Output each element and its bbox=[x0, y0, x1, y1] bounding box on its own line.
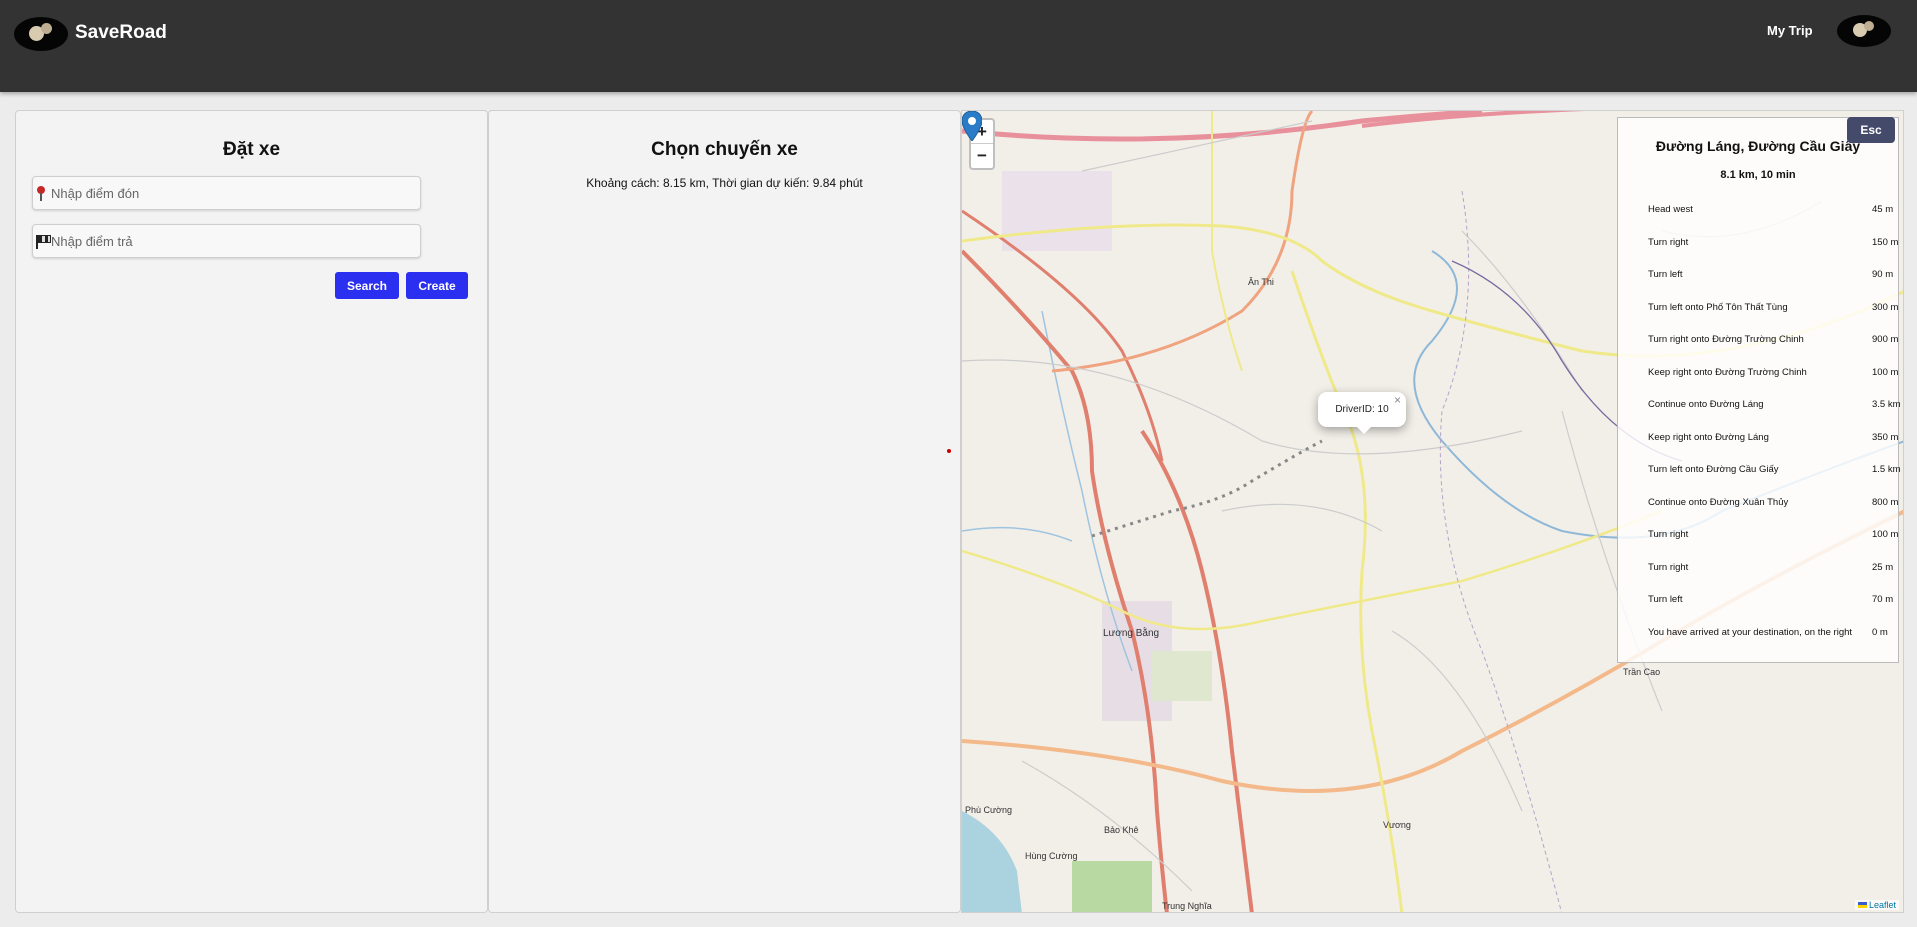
route-step-instruction: Continue onto Đường Láng bbox=[1648, 399, 1764, 410]
route-step[interactable]: Turn left onto Đường Cầu Giấy 1.5 km bbox=[1648, 464, 1901, 475]
leaflet-attribution[interactable]: Leaflet bbox=[1854, 900, 1899, 910]
route-step[interactable]: Keep right onto Đường Láng 350 m bbox=[1648, 431, 1898, 443]
route-step-instruction: Keep right onto Đường Láng bbox=[1648, 431, 1769, 443]
route-step-distance: 900 m bbox=[1872, 334, 1899, 345]
route-step-instruction: Turn left bbox=[1648, 594, 1683, 605]
top-navbar: SaveRoad My Trip bbox=[0, 0, 1917, 92]
driver-popup-text: DriverID: 10 bbox=[1335, 404, 1389, 415]
create-button[interactable]: Create bbox=[406, 272, 468, 299]
brand-name[interactable]: SaveRoad bbox=[75, 22, 167, 44]
trip-panel: Chọn chuyến xe Khoảng cách: 8.15 km, Thờ… bbox=[488, 110, 961, 913]
my-trip-link[interactable]: My Trip bbox=[1767, 23, 1813, 38]
route-step-instruction: Turn right onto Đường Trường Chinh bbox=[1648, 334, 1804, 345]
map-view[interactable]: Ân Thi Lương Bằng Trần Cao Vương Phù Cườ… bbox=[961, 110, 1904, 913]
route-step[interactable]: Continue onto Đường Láng 3.5 km bbox=[1648, 399, 1901, 410]
zoom-out-button[interactable]: − bbox=[971, 144, 993, 168]
trip-title: Chọn chuyến xe bbox=[651, 139, 798, 160]
checkered-flag-icon bbox=[36, 235, 51, 249]
route-step-instruction: Turn right bbox=[1648, 561, 1689, 573]
route-step-instruction: Turn left bbox=[1648, 269, 1683, 280]
driver-popup: DriverID: 10 × bbox=[1318, 392, 1406, 434]
route-step-distance: 90 m bbox=[1872, 269, 1894, 280]
route-step-instruction: Head west bbox=[1648, 204, 1693, 215]
route-step[interactable]: Turn left 90 m bbox=[1648, 269, 1893, 280]
popup-close-button[interactable]: × bbox=[1394, 383, 1401, 418]
route-step-distance: 100 m bbox=[1872, 366, 1899, 378]
pickup-input[interactable] bbox=[51, 177, 411, 209]
route-step[interactable]: Turn left 70 m bbox=[1648, 594, 1893, 605]
map-marker-icon[interactable] bbox=[962, 111, 982, 141]
avatar[interactable] bbox=[1837, 15, 1891, 47]
route-instructions-panel: Đường Láng, Đường Cầu Giấy 8.1 km, 10 mi… bbox=[1617, 117, 1901, 663]
route-step[interactable]: Turn right 150 m bbox=[1648, 236, 1898, 248]
place-label: Vương bbox=[1383, 820, 1411, 830]
route-step-distance: 350 m bbox=[1872, 431, 1899, 443]
route-step-instruction: Turn left onto Phố Tôn Thất Tùng bbox=[1648, 301, 1788, 313]
place-label: Hùng Cường bbox=[1025, 851, 1078, 861]
map-pin-icon bbox=[37, 186, 45, 201]
esc-button[interactable]: Esc bbox=[1847, 117, 1895, 143]
place-label: Ân Thi bbox=[1248, 277, 1274, 287]
place-label: Trung Nghĩa bbox=[1162, 901, 1212, 911]
place-label: Phù Cường bbox=[965, 805, 1012, 815]
route-step[interactable]: Turn right 100 m bbox=[1648, 529, 1898, 540]
route-step-distance: 300 m bbox=[1872, 301, 1899, 313]
route-step-distance: 25 m bbox=[1872, 561, 1894, 573]
route-step-instruction: Continue onto Đường Xuân Thủy bbox=[1648, 496, 1789, 508]
marker-dot bbox=[947, 449, 951, 453]
route-step[interactable]: You have arrived at your destination, on… bbox=[1648, 627, 1888, 638]
route-step-distance: 0 m bbox=[1872, 626, 1888, 638]
place-label: Trần Cao bbox=[1623, 667, 1661, 677]
route-step-distance: 1.5 km bbox=[1872, 464, 1901, 475]
place-label: Lương Bằng bbox=[1103, 628, 1160, 639]
route-step[interactable]: Turn right onto Đường Trường Chinh 900 m bbox=[1648, 334, 1898, 345]
route-step[interactable]: Keep right onto Đường Trường Chinh 100 m bbox=[1648, 366, 1898, 378]
route-step[interactable]: Turn right 25 m bbox=[1648, 561, 1893, 573]
route-step-distance: 150 m bbox=[1872, 236, 1899, 248]
route-step[interactable]: Turn left onto Phố Tôn Thất Tùng 300 m bbox=[1648, 301, 1898, 313]
route-step-instruction: You have arrived at your destination, on… bbox=[1648, 626, 1853, 638]
logo-icon[interactable] bbox=[14, 17, 68, 51]
route-step-distance: 70 m bbox=[1872, 594, 1894, 605]
route-step-instruction: Turn left onto Đường Cầu Giấy bbox=[1648, 464, 1779, 475]
pickup-field[interactable] bbox=[32, 176, 421, 210]
place-label: Bảo Khê bbox=[1104, 825, 1139, 835]
route-step-instruction: Keep right onto Đường Trường Chinh bbox=[1648, 366, 1807, 378]
trip-info: Khoảng cách: 8.15 km, Thời gian dự kiến:… bbox=[586, 176, 863, 190]
route-step-instruction: Turn right bbox=[1648, 529, 1689, 540]
route-step-distance: 100 m bbox=[1872, 529, 1899, 540]
route-step[interactable]: Head west 45 m bbox=[1648, 204, 1893, 215]
ukraine-flag-icon bbox=[1857, 902, 1867, 908]
dropoff-input[interactable] bbox=[51, 225, 411, 257]
attribution-text[interactable]: Leaflet bbox=[1869, 900, 1896, 910]
booking-title: Đặt xe bbox=[222, 139, 281, 160]
route-summary: 8.1 km, 10 min bbox=[1720, 169, 1796, 181]
search-button[interactable]: Search bbox=[335, 272, 399, 299]
route-step[interactable]: Continue onto Đường Xuân Thủy 800 m bbox=[1648, 496, 1898, 508]
booking-panel: Đặt xe Search Create bbox=[15, 110, 488, 913]
route-step-distance: 45 m bbox=[1872, 204, 1894, 215]
route-step-distance: 3.5 km bbox=[1872, 399, 1901, 410]
route-step-distance: 800 m bbox=[1872, 496, 1899, 508]
dropoff-field[interactable] bbox=[32, 224, 421, 258]
route-step-instruction: Turn right bbox=[1648, 236, 1689, 248]
